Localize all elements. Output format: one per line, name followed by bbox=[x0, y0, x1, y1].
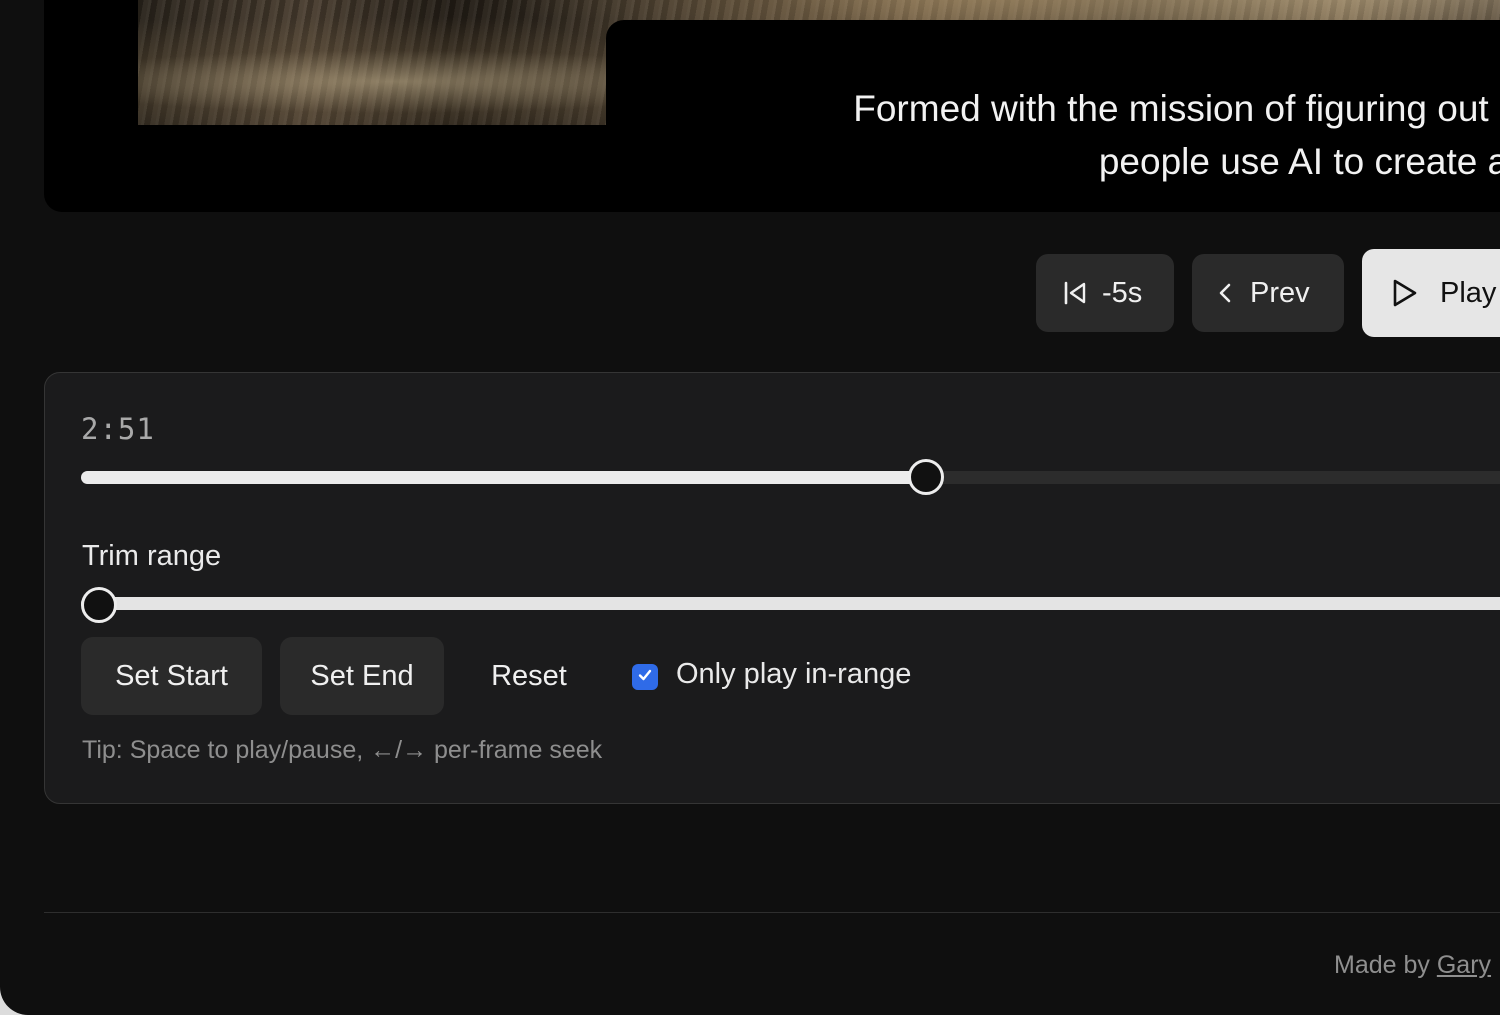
skip-back-icon bbox=[1062, 280, 1088, 306]
set-start-button[interactable]: Set Start bbox=[81, 637, 262, 715]
seek-slider-thumb[interactable] bbox=[908, 459, 944, 495]
caption-overlay: Formed with the mission of figuring out … bbox=[606, 20, 1500, 200]
set-end-button[interactable]: Set End bbox=[280, 637, 444, 715]
play-button[interactable]: Play bbox=[1362, 249, 1500, 337]
caption-line-2: people use AI to create all so bbox=[1098, 141, 1500, 182]
checkmark-icon bbox=[636, 666, 654, 689]
footer-prefix: Made by bbox=[1334, 951, 1437, 979]
footer-credit: Made by Gary bbox=[1334, 951, 1491, 980]
author-link[interactable]: Gary bbox=[1437, 951, 1491, 979]
back-5s-label: -5s bbox=[1102, 276, 1143, 309]
footer-divider bbox=[44, 912, 1500, 913]
back-5s-button[interactable]: -5s bbox=[1036, 254, 1174, 332]
only-in-range-checkbox[interactable] bbox=[632, 664, 658, 690]
caption-text: Formed with the mission of figuring out … bbox=[666, 82, 1500, 188]
trim-start-thumb[interactable] bbox=[81, 587, 117, 623]
video-preview[interactable]: Formed with the mission of figuring out … bbox=[44, 0, 1500, 212]
trim-range-track[interactable] bbox=[81, 597, 1500, 610]
play-label: Play bbox=[1440, 276, 1497, 309]
app-window: Formed with the mission of figuring out … bbox=[0, 0, 1500, 1015]
timecode: 2:51 bbox=[81, 412, 155, 446]
chevron-left-icon bbox=[1216, 281, 1234, 305]
trim-range-label: Trim range bbox=[82, 540, 222, 572]
keyboard-tip: Tip: Space to play/pause, ←/→ per-frame … bbox=[82, 736, 603, 764]
play-icon bbox=[1390, 278, 1418, 308]
reset-button[interactable]: Reset bbox=[462, 637, 596, 715]
only-in-range-label[interactable]: Only play in-range bbox=[676, 658, 911, 691]
prev-label: Prev bbox=[1250, 276, 1310, 309]
seek-slider-fill bbox=[81, 471, 925, 484]
caption-line-1: Formed with the mission of figuring out … bbox=[853, 88, 1500, 129]
prev-button[interactable]: Prev bbox=[1192, 254, 1344, 332]
